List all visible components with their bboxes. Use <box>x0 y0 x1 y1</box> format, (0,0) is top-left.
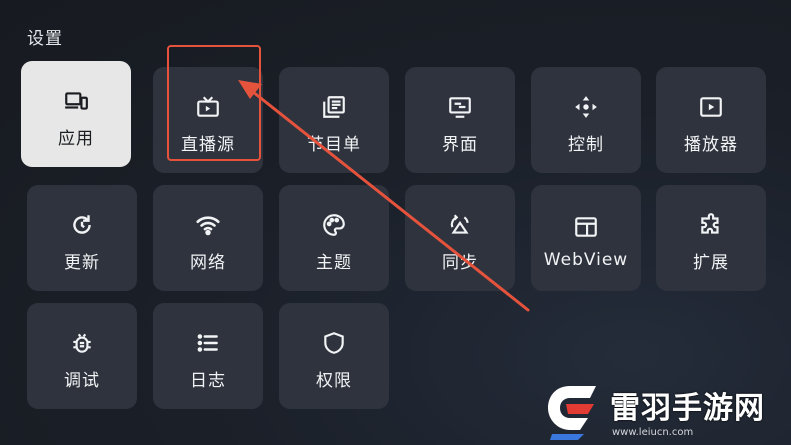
watermark-name: 雷羽手游网 <box>610 390 765 426</box>
watermark-logo <box>548 386 596 440</box>
watermark: 雷羽手游网 www.leiucn.com <box>540 375 790 445</box>
watermark-url: www.leiucn.com <box>612 426 694 438</box>
